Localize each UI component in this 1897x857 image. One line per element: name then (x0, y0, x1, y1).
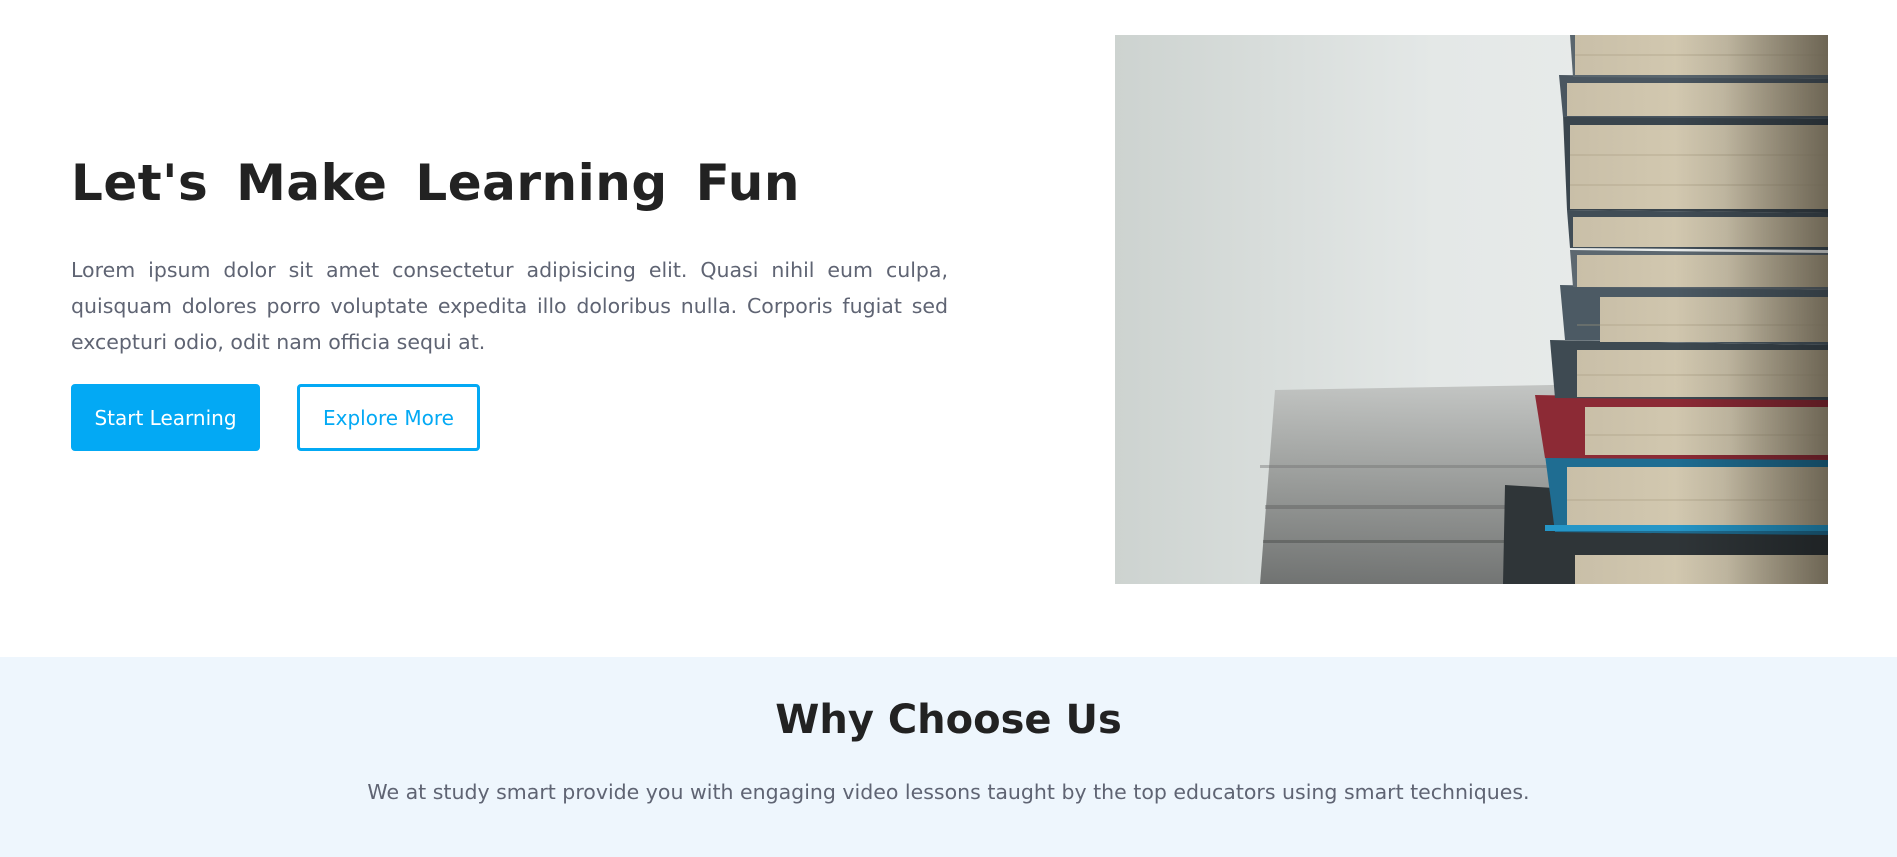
hero-text-block: Let's Make Learning Fun Lorem ipsum dolo… (71, 148, 948, 451)
why-choose-us-section: Why Choose Us We at study smart provide … (0, 657, 1897, 857)
hero-image-books (1115, 35, 1828, 584)
hero-actions: Start Learning Explore More (71, 384, 948, 451)
hero-section: Let's Make Learning Fun Lorem ipsum dolo… (0, 0, 1897, 657)
explore-more-button[interactable]: Explore More (297, 384, 480, 451)
hero-title: Let's Make Learning Fun (71, 154, 800, 212)
start-learning-button[interactable]: Start Learning (71, 384, 260, 451)
why-choose-us-subtitle: We at study smart provide you with engag… (367, 780, 1530, 804)
hero-description: Lorem ipsum dolor sit amet consectetur a… (71, 258, 948, 354)
page: Let's Make Learning Fun Lorem ipsum dolo… (0, 0, 1897, 857)
why-choose-us-title: Why Choose Us (775, 697, 1122, 743)
